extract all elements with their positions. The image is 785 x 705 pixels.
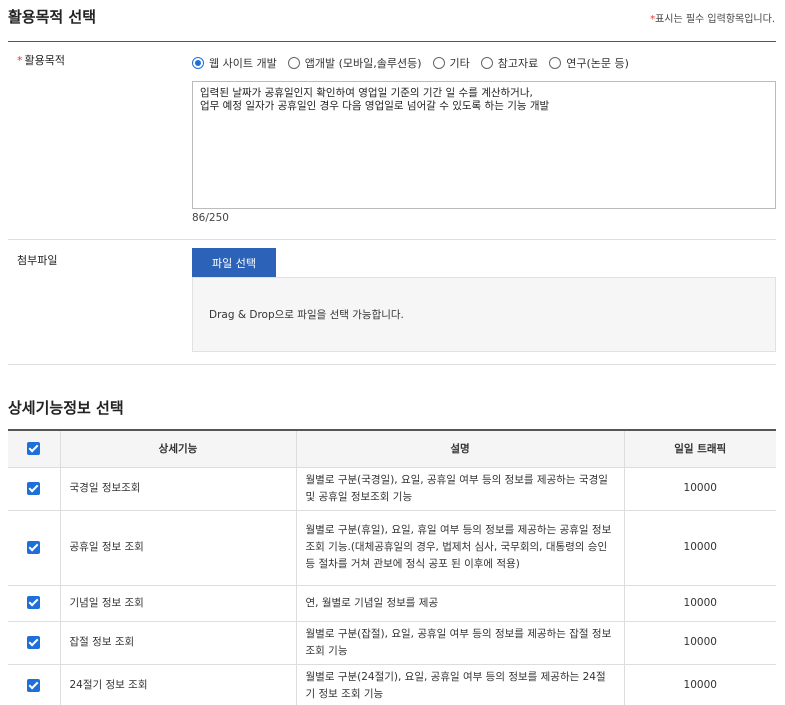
select-all-checkbox[interactable] (27, 442, 41, 456)
radio-etc[interactable]: 기타 (432, 55, 470, 71)
function-name: 24절기 정보 조회 (59, 664, 296, 705)
required-note: *표시는 필수 입력항목입니다. (650, 10, 775, 25)
purpose-radio-group: 웹 사이트 개발 앱개발 (모바일,솔루션등) 기타 참고자료 연구(논문 등) (192, 56, 640, 70)
checkbox-cell (8, 664, 60, 705)
row-checkbox[interactable] (27, 635, 41, 649)
purpose-label: * 활용목적 (17, 52, 65, 68)
daily-traffic: 10000 (623, 585, 776, 622)
function-name: 국경일 정보조회 (59, 467, 296, 511)
function-desc: 월별로 구분(국경일), 요일, 공휴일 여부 등의 정보를 제공하는 국경일 … (295, 467, 624, 511)
dropzone-text: Drag & Drop으로 파일을 선택 가능합니다. (209, 309, 404, 321)
daily-traffic: 10000 (623, 510, 776, 586)
row-checkbox[interactable] (27, 481, 41, 495)
table-row: 공휴일 정보 조회 월별로 구분(휴일), 요일, 휴일 여부 등의 정보를 제… (8, 510, 776, 586)
function-name: 공휴일 정보 조회 (59, 510, 296, 586)
function-name: 잡절 정보 조회 (59, 621, 296, 665)
radio-circle[interactable] (480, 57, 493, 69)
row-checkbox[interactable] (27, 596, 41, 609)
table-header-row: 상세기능 설명 일일 트래픽 (8, 429, 776, 468)
radio-label: 앱개발 (모바일,솔루션등) (304, 57, 422, 70)
detail-section-title: 상세기능정보 선택 (8, 399, 124, 417)
radio-research[interactable]: 연구(논문 등) (549, 55, 629, 71)
radio-label: 기타 (449, 57, 470, 70)
function-desc: 월별로 구분(잡절), 요일, 공휴일 여부 등의 정보를 제공하는 잡절 정보… (295, 621, 624, 665)
radio-label: 웹 사이트 개발 (209, 57, 277, 70)
detail-table: 상세기능 설명 일일 트래픽 국경일 정보조회 월별로 구분(국경일), 요일,… (8, 429, 776, 705)
divider (8, 239, 776, 240)
radio-circle[interactable] (549, 57, 562, 69)
row-checkbox[interactable] (27, 678, 41, 692)
radio-app[interactable]: 앱개발 (모바일,솔루션등) (287, 55, 422, 71)
table-row: 24절기 정보 조회 월별로 구분(24절기), 요일, 공휴일 여부 등의 정… (8, 664, 776, 705)
daily-traffic: 10000 (623, 621, 776, 665)
table-row: 기념일 정보 조회 연, 월별로 기념일 정보를 제공 10000 (8, 585, 776, 622)
purpose-section-title: 활용목적 선택 (8, 8, 97, 26)
purpose-label-text: 활용목적 (24, 54, 65, 67)
radio-label: 참고자료 (497, 57, 539, 70)
purpose-textarea[interactable]: 입력된 날짜가 공휴일인지 확인하여 영업일 기준의 기간 일 수를 계산하거나… (192, 81, 776, 209)
function-desc: 월별로 구분(24절기), 요일, 공휴일 여부 등의 정보를 제공하는 24절… (295, 664, 624, 705)
checkbox-cell (8, 621, 60, 665)
file-dropzone[interactable]: Drag & Drop으로 파일을 선택 가능합니다. (192, 277, 776, 352)
column-header: 일일 트래픽 (623, 429, 776, 468)
radio-circle[interactable] (287, 57, 300, 69)
divider (8, 364, 776, 365)
table-row: 잡절 정보 조회 월별로 구분(잡절), 요일, 공휴일 여부 등의 정보를 제… (8, 621, 776, 665)
checkbox-cell (8, 510, 60, 586)
required-note-text: 표시는 필수 입력항목입니다. (655, 14, 775, 25)
divider (8, 41, 776, 42)
radio-circle[interactable] (432, 57, 445, 69)
attachment-label: 첨부파일 (17, 254, 58, 267)
function-name: 기념일 정보 조회 (59, 585, 296, 622)
column-header: 설명 (295, 429, 624, 468)
row-checkbox[interactable] (27, 540, 41, 554)
daily-traffic: 10000 (623, 467, 776, 511)
daily-traffic: 10000 (623, 664, 776, 705)
checkbox-cell (8, 585, 60, 622)
required-star: * (17, 54, 23, 67)
radio-reference[interactable]: 참고자료 (480, 55, 539, 71)
function-desc: 연, 월별로 기념일 정보를 제공 (295, 585, 624, 622)
table-row: 국경일 정보조회 월별로 구분(국경일), 요일, 공휴일 여부 등의 정보를 … (8, 467, 776, 511)
function-desc: 월별로 구분(휴일), 요일, 휴일 여부 등의 정보를 제공하는 공휴일 정보… (295, 510, 624, 586)
char-counter: 86/250 (192, 212, 229, 224)
select-all-cell (8, 429, 60, 468)
file-select-button[interactable]: 파일 선택 (192, 248, 276, 277)
checkbox-cell (8, 467, 60, 511)
radio-label: 연구(논문 등) (566, 57, 629, 70)
radio-website[interactable]: 웹 사이트 개발 (192, 55, 277, 71)
radio-circle[interactable] (192, 57, 204, 69)
column-header: 상세기능 (59, 429, 296, 468)
